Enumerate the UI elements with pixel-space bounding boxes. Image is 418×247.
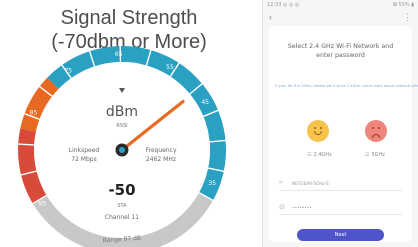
status-time: 12:33 ◎ ◎ ◎ xyxy=(267,2,300,8)
gauge-scale-label: 95 xyxy=(39,201,47,208)
frequency-value: 2462 MHz xyxy=(146,156,176,163)
password-value: •••••••• xyxy=(292,205,312,210)
band-5ghz-label: 5GHz xyxy=(371,152,385,158)
frequency-label: Frequency xyxy=(146,147,177,154)
wifi-icon: ≈ xyxy=(279,179,283,186)
reading-label: STA xyxy=(117,203,127,209)
gauge-scale-label: 35 xyxy=(208,180,216,187)
chevron-left-icon[interactable]: ‹ xyxy=(269,12,272,22)
more-icon[interactable]: ⋮ xyxy=(403,12,412,23)
band-5ghz: ☰ 5GHz xyxy=(365,152,385,158)
next-button[interactable]: Next xyxy=(297,229,384,241)
happy-face-icon xyxy=(307,120,329,142)
setup-card: Select 2.4 GHz Wi-Fi Network and enter p… xyxy=(269,26,418,242)
gauge-sub-unit: RSSI xyxy=(116,123,127,129)
password-field[interactable]: ⊙ •••••••• xyxy=(279,202,402,215)
setup-heading: Select 2.4 GHz Wi-Fi Network and enter p… xyxy=(287,43,394,59)
gauge-unit: dBm xyxy=(106,104,138,120)
signal-strength-infographic: Signal Strength (-70dbm or More) 95 85 75 6… xyxy=(0,0,258,247)
gauge-scale-label: 85 xyxy=(30,109,38,116)
channel-label: Channel 11 xyxy=(105,214,139,221)
band-24ghz-label: 2.4GHz xyxy=(313,152,332,158)
nav-bar: ‹ ⋮ xyxy=(269,12,412,24)
signal-reading: -50 xyxy=(108,181,135,199)
gauge-scale-label: 55 xyxy=(166,64,174,71)
status-bar: 12:33 ◎ ◎ ◎ ⊠ 55% ▮ xyxy=(267,2,414,12)
lock-icon: ⊙ xyxy=(279,204,285,211)
gauge-scale-label: 45 xyxy=(201,99,209,106)
network-help-link[interactable]: If your Wi-Fi is 5GHz, please set it to … xyxy=(275,84,418,88)
band-24ghz: ☰ 2.4GHz xyxy=(307,152,332,158)
gauge-tick xyxy=(18,143,35,146)
sad-face-icon xyxy=(365,120,387,142)
signal-gauge: 95 85 75 65 55 45 35 dBm RSSI Linkspeed 72 Mbp… xyxy=(17,46,226,247)
gauge-scale-label: 65 xyxy=(115,51,123,58)
wifi-icon: ☰ xyxy=(307,152,312,158)
wifi-network-field[interactable]: ≈ NETGEAR-5GHz-S xyxy=(279,178,402,191)
linkspeed-value: 72 Mbps xyxy=(71,156,96,163)
status-indicators: ⊠ 55% ▮ xyxy=(392,2,414,8)
linkspeed-label: Linkspeed xyxy=(69,147,100,154)
gauge-scale-label: 75 xyxy=(64,67,72,74)
wifi-network-value: NETGEAR-5GHz-S xyxy=(292,181,329,186)
wifi-icon: ☰ xyxy=(365,152,370,158)
phone-wifi-setup-screen: 12:33 ◎ ◎ ◎ ⊠ 55% ▮ ‹ ⋮ Select 2.4 GHz W… xyxy=(262,0,418,247)
gauge-hub-center xyxy=(119,147,125,153)
